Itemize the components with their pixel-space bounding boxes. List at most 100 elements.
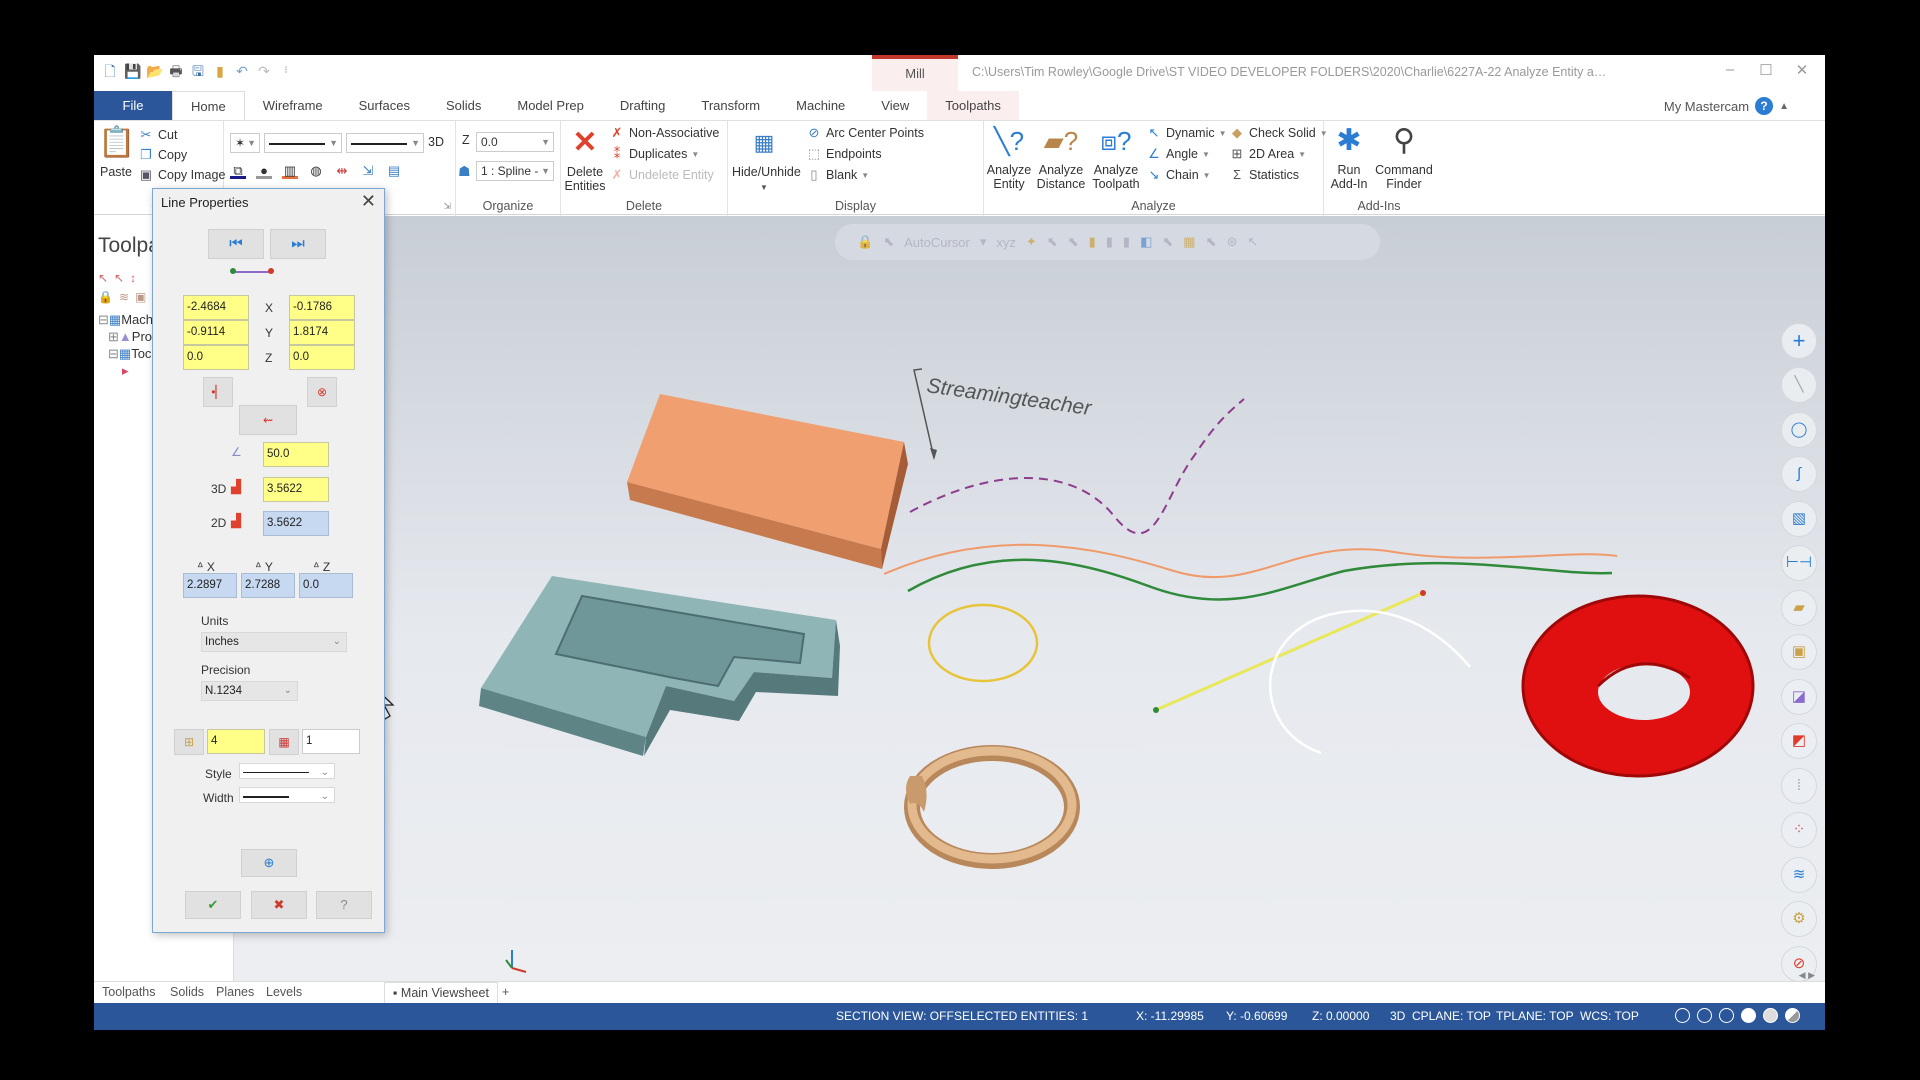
copy-image-button[interactable]: ▣ Copy Image bbox=[138, 167, 226, 183]
tab-file[interactable]: File bbox=[94, 91, 172, 120]
wcs-status[interactable]: WCS: TOP bbox=[1580, 1009, 1639, 1023]
end-y-field[interactable]: 1.8174 bbox=[289, 320, 355, 345]
bottom-tab-levels[interactable]: Levels bbox=[266, 985, 302, 999]
main-viewsheet-tab[interactable]: ▪ Main Viewsheet bbox=[384, 982, 498, 1004]
tab-solids[interactable]: Solids bbox=[428, 91, 499, 120]
paste-button[interactable]: 📋 Paste bbox=[98, 125, 135, 179]
wire-color-icon[interactable]: ⧉ bbox=[230, 163, 246, 179]
duplicates-button[interactable]: ⁑ Duplicates ▼ bbox=[609, 146, 700, 162]
material-icon[interactable]: ◍ bbox=[308, 163, 324, 179]
bottom-tab-solids[interactable]: Solids bbox=[170, 985, 204, 999]
point-style-select[interactable]: ✶ ▼ bbox=[230, 133, 260, 153]
command-finder-button[interactable]: ⚲ Command Finder bbox=[1374, 123, 1434, 191]
section-view-status[interactable]: SECTION VIEW: OFF bbox=[836, 1009, 954, 1023]
check-solid-button[interactable]: ◆ Check Solid ▼ bbox=[1229, 125, 1328, 141]
reset-button[interactable]: ⊕ bbox=[241, 849, 297, 877]
tree-item-machine[interactable]: ⊟▦Mach bbox=[98, 312, 153, 328]
color-field[interactable]: 1 bbox=[302, 729, 360, 754]
maximize-button[interactable]: ☐ bbox=[1751, 61, 1781, 79]
line-width-select[interactable]: ▼ bbox=[346, 133, 424, 153]
streamingteacher-note[interactable]: Streamingteacher bbox=[925, 374, 1093, 420]
tab-toolpaths[interactable]: Toolpaths bbox=[927, 91, 1019, 120]
print-icon[interactable]: 🖶 bbox=[168, 63, 184, 79]
angle-field[interactable]: 50.0 bbox=[263, 442, 329, 467]
collapse-ribbon-icon[interactable]: ▲ bbox=[1779, 101, 1789, 112]
white-arc[interactable] bbox=[1268, 609, 1471, 755]
tab-view[interactable]: View bbox=[863, 91, 927, 120]
spline-tool-icon[interactable]: ∫ bbox=[1781, 456, 1817, 492]
selected-line[interactable] bbox=[1155, 591, 1424, 712]
add-viewsheet-button[interactable]: + bbox=[502, 985, 509, 999]
start-x-field[interactable]: -2.4684 bbox=[183, 295, 249, 320]
tplane-status[interactable]: TPLANE: TOP bbox=[1496, 1009, 1574, 1023]
cplane-status[interactable]: CPLANE: TOP bbox=[1412, 1009, 1491, 1023]
help-icon[interactable]: ? bbox=[1755, 97, 1774, 115]
select-start-point-button[interactable]: •▏ bbox=[203, 377, 233, 407]
graphics-viewport[interactable]: 🔒 ⬉ AutoCursor ▾ xyz ✦ ⬉ ⬉ ▮ ▮ ▮ ◧ ⬉ ▦ ⬉… bbox=[234, 216, 1825, 981]
cut-button[interactable]: ✂ Cut bbox=[138, 127, 178, 143]
surface-color-icon[interactable]: ● bbox=[256, 163, 272, 179]
mode-3d-toggle[interactable]: 3D bbox=[428, 135, 444, 149]
wireframe-view-icon[interactable] bbox=[1675, 1008, 1690, 1023]
start-z-field[interactable]: 0.0 bbox=[183, 345, 249, 370]
analyze-entity-button[interactable]: ╲? Analyze Entity bbox=[984, 123, 1034, 191]
tab-drafting[interactable]: Drafting bbox=[602, 91, 684, 120]
level-select[interactable]: 1 : Spline - ▼ bbox=[476, 161, 554, 181]
angle-button[interactable]: ∠ Angle ▼ bbox=[1146, 146, 1210, 162]
move-tool-icon[interactable]: ◩ bbox=[1781, 723, 1817, 759]
close-button[interactable]: ✕ bbox=[1787, 61, 1817, 79]
blank-button[interactable]: ▯ Blank ▼ bbox=[806, 167, 869, 183]
cancel-button[interactable]: ✖ bbox=[251, 891, 307, 919]
level-field[interactable]: 4 bbox=[207, 729, 265, 754]
clear-colors-icon[interactable]: ▤ bbox=[386, 163, 402, 179]
circle-tool-icon[interactable]: ◯ bbox=[1781, 412, 1817, 448]
save-as-icon[interactable]: 🖫 bbox=[190, 63, 206, 79]
redo-icon[interactable]: ↷ bbox=[256, 63, 272, 79]
dialog-close-icon[interactable]: ✕ bbox=[361, 191, 376, 212]
non-associative-button[interactable]: ✗ Non-Associative bbox=[609, 125, 720, 141]
translucency-icon[interactable] bbox=[1785, 1008, 1800, 1023]
hide-unhide-button[interactable]: ▦ Hide/Unhide ▼ bbox=[732, 125, 801, 195]
new-file-icon[interactable]: 🗋 bbox=[102, 63, 118, 79]
tab-home[interactable]: Home bbox=[172, 91, 245, 120]
tab-model-prep[interactable]: Model Prep bbox=[499, 91, 601, 120]
shaded-edges-view-icon[interactable] bbox=[1763, 1008, 1778, 1023]
point-tool-icon[interactable]: + bbox=[1781, 323, 1817, 359]
green-spline[interactable] bbox=[907, 558, 1613, 601]
next-entity-button[interactable]: ⏭ bbox=[270, 229, 326, 259]
run-addin-button[interactable]: ✱ Run Add-In bbox=[1326, 123, 1372, 191]
previous-entity-button[interactable]: ⏮ bbox=[208, 229, 264, 259]
end-z-field[interactable]: 0.0 bbox=[289, 345, 355, 370]
z-depth-input[interactable]: 0.0 ▼ bbox=[476, 132, 554, 152]
delete-entities-button[interactable]: ✕ Delete Entities bbox=[563, 125, 607, 193]
open-folder-icon[interactable]: 📂 bbox=[146, 63, 163, 79]
purple-dashed-spline[interactable] bbox=[909, 398, 1245, 535]
my-mastercam-label[interactable]: My Mastercam bbox=[1664, 99, 1749, 114]
extrude-tool-icon[interactable]: ▰ bbox=[1781, 590, 1817, 626]
panel-toolbar[interactable]: ↖↖↕ bbox=[98, 271, 142, 285]
dynamic-button[interactable]: ↖ Dynamic ▼ bbox=[1146, 125, 1227, 141]
start-y-field[interactable]: -0.9114 bbox=[183, 320, 249, 345]
bronze-ring-solid[interactable] bbox=[904, 745, 1080, 869]
color-tool-icon[interactable]: ⁘ bbox=[1781, 812, 1817, 848]
set-all-icon[interactable]: ⇹ bbox=[334, 163, 350, 179]
copy-button[interactable]: ❐ Copy bbox=[138, 147, 187, 163]
units-select[interactable]: Inches ⌄ bbox=[201, 632, 347, 652]
tab-machine[interactable]: Machine bbox=[778, 91, 863, 120]
toolpath-tool-icon[interactable]: ⁞ bbox=[1781, 768, 1817, 804]
layers-tool-icon[interactable]: ≋ bbox=[1781, 857, 1817, 893]
yellow-circle[interactable] bbox=[927, 603, 1039, 683]
viewsheet-scroll-arrows[interactable]: ◀ ▶ bbox=[1799, 970, 1815, 981]
select-end-point-button[interactable]: ⊗ bbox=[307, 377, 337, 407]
my-mastercam[interactable]: My Mastercam ? ▲ bbox=[1664, 97, 1789, 115]
line-style-field[interactable]: ⌄ bbox=[239, 763, 335, 779]
surface-tool-icon[interactable]: ▧ bbox=[1781, 501, 1817, 537]
shaded-view-icon[interactable] bbox=[1741, 1008, 1756, 1023]
color-button[interactable]: ▦ bbox=[269, 729, 299, 755]
statistics-button[interactable]: Σ Statistics bbox=[1229, 167, 1299, 183]
tree-item-properties[interactable]: ⊞▲Pro bbox=[108, 329, 152, 345]
tree-item-toolpath-group[interactable]: ⊟▦Toc bbox=[108, 346, 151, 362]
attributes-launcher-icon[interactable]: ⇲ bbox=[443, 201, 451, 212]
panel-toolbar-row2[interactable]: 🔒≋▣ bbox=[98, 290, 152, 304]
customize-qat-icon[interactable]: ⁝ bbox=[278, 63, 294, 79]
